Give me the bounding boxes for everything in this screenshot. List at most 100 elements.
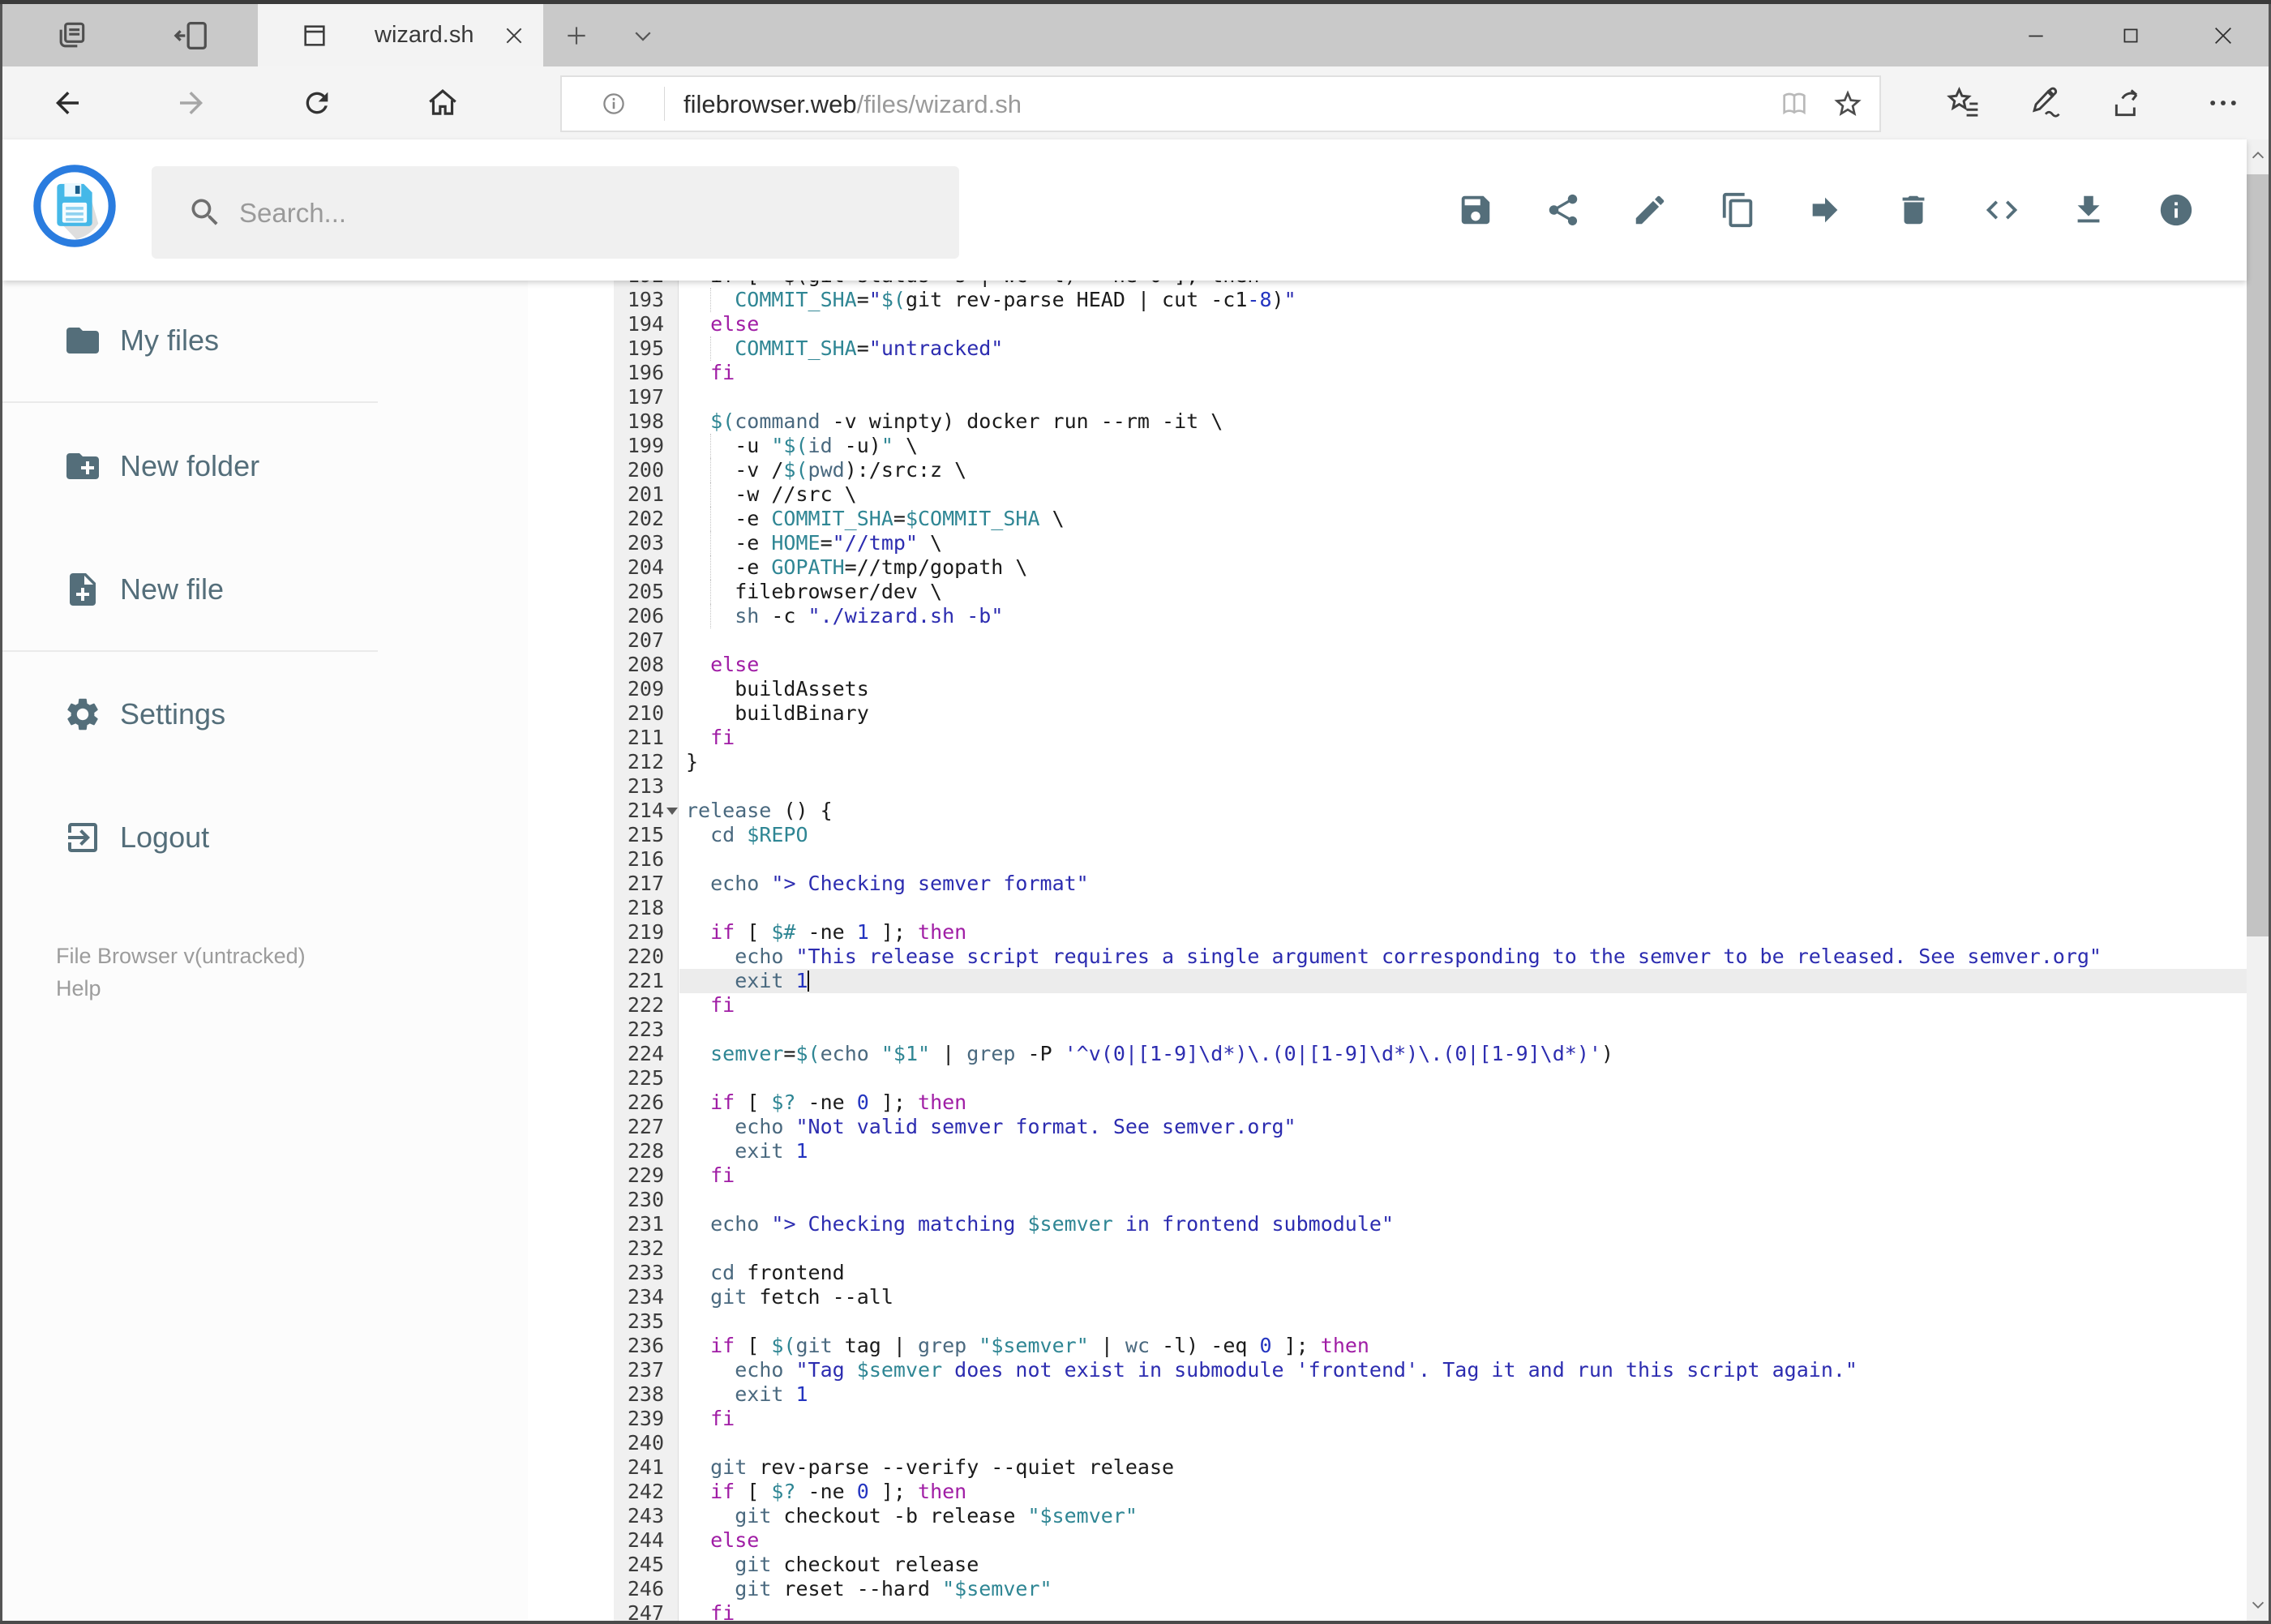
tab-list-chevron-icon[interactable] [620,4,666,66]
filebrowser-logo[interactable] [32,163,118,249]
line-number: 227 [627,1115,664,1138]
tab-favicon [297,4,332,66]
code-line: 240 [528,1431,2247,1455]
code-line: 235 [528,1309,2247,1334]
code-line: 213 [528,774,2247,799]
code-line: 196 fi [528,361,2247,385]
more-options-icon[interactable] [2196,66,2251,139]
edit-button[interactable] [1611,171,1689,249]
code-line: 212} [528,750,2247,774]
code-line: 245 git checkout release [528,1553,2247,1577]
line-number: 221 [627,969,664,992]
scroll-up-icon[interactable] [2247,139,2269,172]
code-line: 237 echo "Tag $semver does not exist in … [528,1358,2247,1382]
line-number: 238 [627,1382,664,1406]
share-button[interactable] [1524,171,1602,249]
app-version-label: File Browser v(untracked) [56,944,306,968]
close-button[interactable] [2175,4,2271,66]
vertical-scrollbar[interactable] [2247,139,2269,1621]
line-number: 247 [627,1601,664,1621]
code-line: 199 -u "$(id -u)" \ [528,434,2247,458]
favorites-hub-icon[interactable] [1935,66,1990,139]
code-line: 219 if [ $# -ne 1 ]; then [528,920,2247,945]
tab-close-icon[interactable] [493,4,535,66]
delete-button[interactable] [1875,171,1952,249]
active-line-highlight [679,969,2247,993]
line-number: 194 [627,312,664,336]
help-link[interactable]: Help [56,976,101,1001]
scrollbar-thumb[interactable] [2247,174,2269,936]
line-number: 200 [627,458,664,482]
tab-preview-icon[interactable] [47,4,96,66]
fold-marker-icon[interactable] [666,808,678,815]
code-line: 226 if [ $? -ne 0 ]; then [528,1091,2247,1115]
line-number: 199 [627,434,664,457]
forward-icon[interactable] [165,66,217,139]
sidebar-item-logout[interactable]: Logout [2,797,378,878]
share-page-icon[interactable] [2101,66,2156,139]
download-button[interactable] [2050,171,2127,249]
copy-button[interactable] [1699,171,1777,249]
code-line: 206 sh -c "./wizard.sh -b" [528,604,2247,628]
sidebar: My files New folder New file Settings Logout… [2,281,528,1621]
minimize-button[interactable] [1987,4,2085,66]
line-number: 246 [627,1577,664,1600]
code-line: 195 COMMIT_SHA="untracked" [528,336,2247,361]
save-button[interactable] [1437,171,1515,249]
line-number: 219 [627,920,664,944]
code-line: 224 semver=$(echo "$1" | grep -P '^v(0|[… [528,1042,2247,1066]
line-number: 232 [627,1236,664,1260]
file-plus-icon [63,570,102,609]
site-info-icon[interactable] [593,77,635,131]
reading-view-icon[interactable] [1770,77,1819,131]
home-icon[interactable] [417,66,469,139]
code-line: 197 [528,385,2247,409]
code-line: 231 echo "> Checking matching $semver in… [528,1212,2247,1236]
set-tabs-aside-icon[interactable] [167,4,216,66]
new-tab-button[interactable] [554,4,599,66]
window-frame-top [0,0,2271,4]
line-number: 213 [627,774,664,798]
url-host: filebrowser.web [683,90,857,118]
maximize-button[interactable] [2082,4,2179,66]
line-number: 202 [627,507,664,530]
code-line: 214 release () { [528,799,2247,823]
code-editor[interactable]: 192 if [ "$(git status -s | wc -l)" -ne … [528,281,2247,1621]
code-line: 194 else [528,312,2247,336]
move-button[interactable] [1786,171,1864,249]
favorite-star-icon[interactable] [1823,77,1872,131]
code-line: 220 echo "This release script requires a… [528,945,2247,969]
sidebar-item-new-file[interactable]: New file [2,549,378,630]
sidebar-item-label: New file [120,572,225,606]
code-line: 233 cd frontend [528,1261,2247,1285]
line-number: 236 [627,1334,664,1357]
back-icon[interactable] [41,66,93,139]
url-path: /files/wizard.sh [856,90,1022,118]
code-line: 201 -w //src \ [528,482,2247,507]
text-cursor [808,971,809,992]
line-number: 195 [627,336,664,360]
code-line: 203 -e HOME="//tmp" \ [528,531,2247,555]
line-number: 245 [627,1553,664,1576]
scroll-down-icon[interactable] [2247,1588,2269,1621]
sidebar-item-my-files[interactable]: My files [2,300,378,381]
code-line: 243 git checkout -b release "$semver" [528,1504,2247,1528]
code-line: 228 exit 1 [528,1139,2247,1163]
address-field[interactable]: filebrowser.web/files/wizard.sh [560,75,1881,132]
line-number: 192 [614,281,664,288]
code-line: 234 git fetch --all [528,1285,2247,1309]
sidebar-item-settings[interactable]: Settings [2,674,378,755]
code-line: 238 exit 1 [528,1382,2247,1407]
line-number: 209 [627,677,664,701]
code-line: 209 buildAssets [528,677,2247,701]
code-line: 218 [528,896,2247,920]
line-number: 206 [627,604,664,628]
browser-tab-wizard[interactable]: wizard.sh [258,4,543,66]
line-number: 233 [627,1261,664,1284]
raw-view-button[interactable] [1963,171,2041,249]
info-button[interactable] [2137,171,2215,249]
search-input[interactable] [238,166,938,260]
refresh-icon[interactable] [291,66,343,139]
web-note-pen-icon[interactable] [2018,66,2073,139]
sidebar-item-new-folder[interactable]: New folder [2,426,378,507]
